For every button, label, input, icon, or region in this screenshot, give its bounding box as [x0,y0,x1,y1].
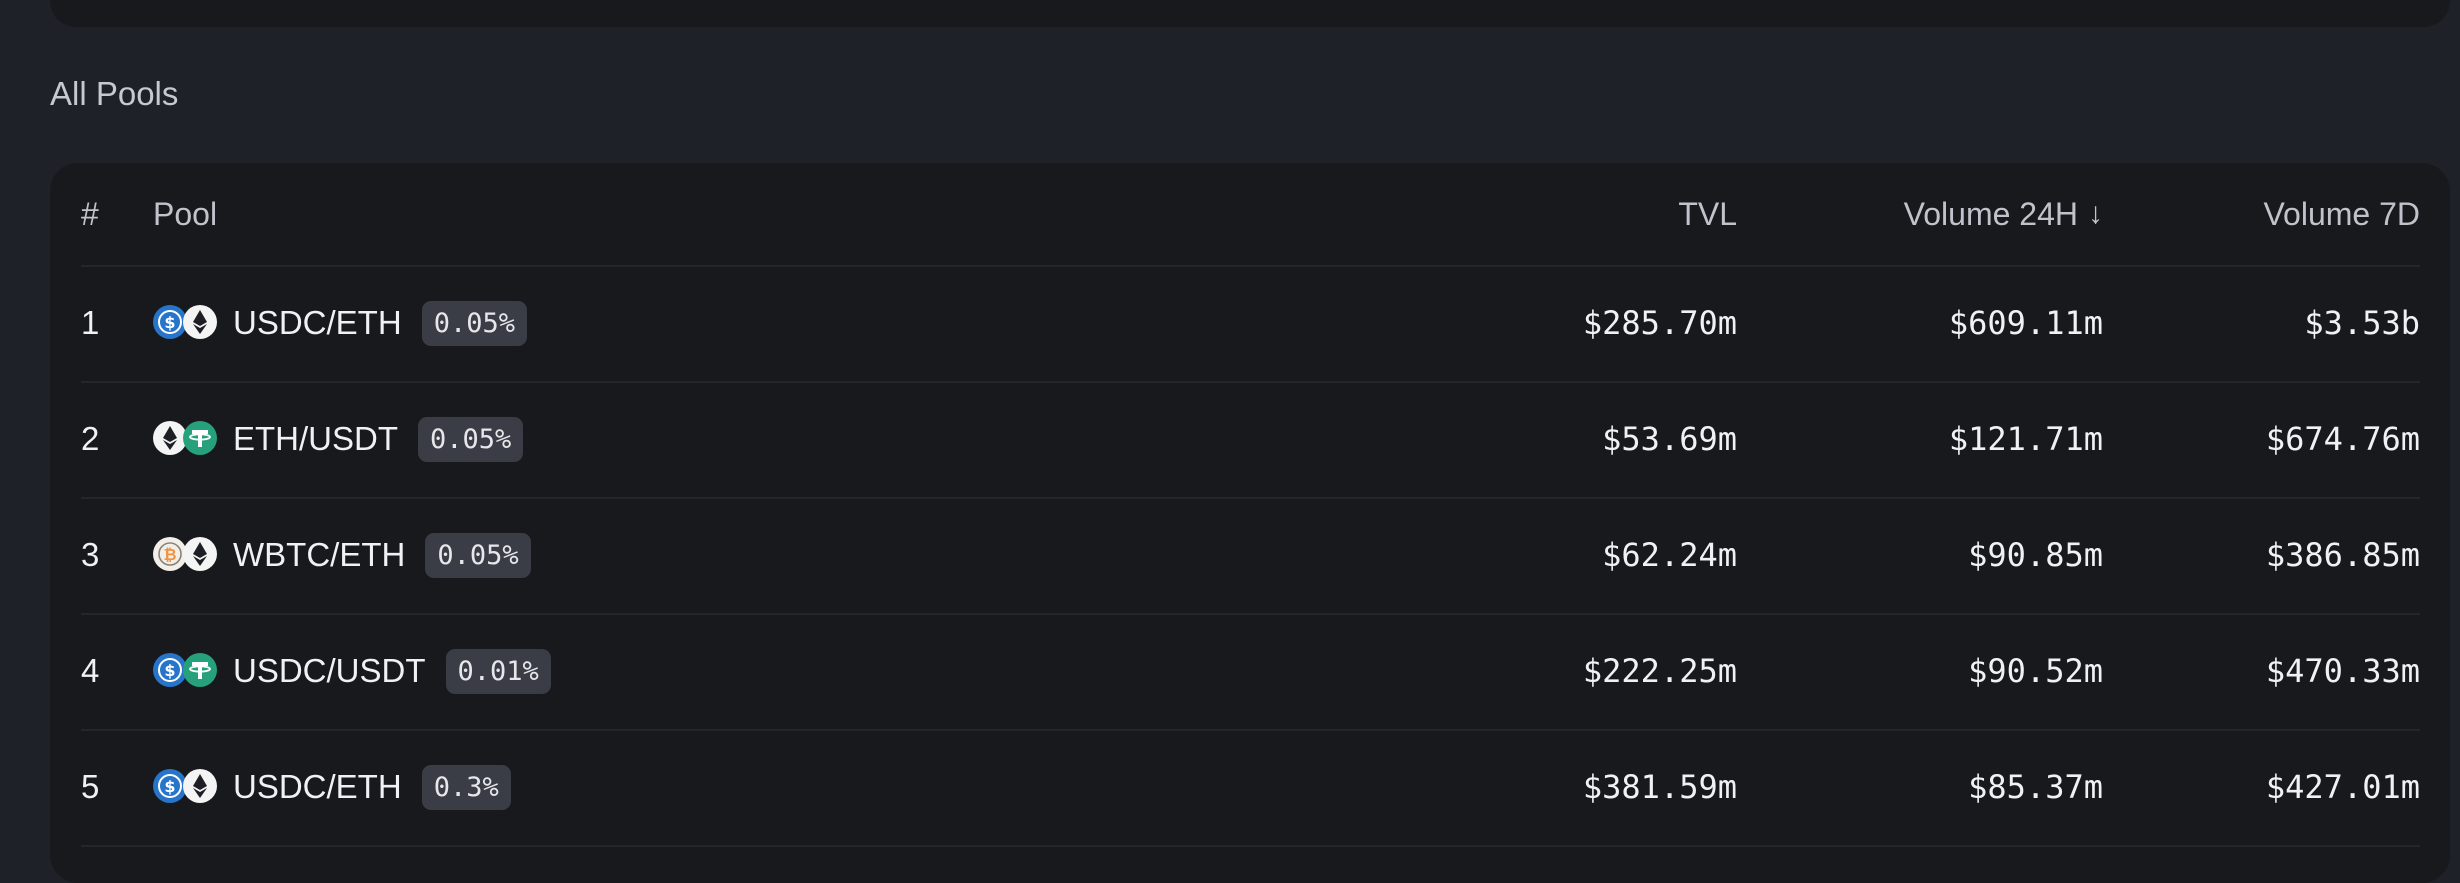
fee-tier-badge: 0.05% [425,532,531,578]
row-volume-7d: $470.33m [2265,652,2420,690]
eth-icon [183,769,217,803]
pools-table: # Pool TVL Volume 24H ↓ Volume 7D 1 $ US… [50,163,2450,883]
svg-text:$: $ [164,313,175,332]
arrow-down-icon: ↓ [2088,197,2103,230]
pool-pair: ETH/USDT [233,420,398,457]
svg-text:$: $ [164,661,175,680]
fee-tier-badge: 0.01% [445,648,551,694]
header-volume-24h-label: Volume 24H [1903,195,2078,232]
eth-icon [153,421,187,455]
token-pair-icons: ₿ [153,537,217,573]
pool-pair: USDC/USDT [233,652,426,689]
usdt-icon [183,653,217,687]
usdc-icon: $ [153,769,187,803]
svg-text:$: $ [164,777,175,796]
top-panel [50,0,2450,27]
pool-pair: USDC/ETH [233,768,402,805]
row-volume-7d: $386.85m [2265,536,2420,574]
table-row[interactable]: 3 ₿ WBTC/ETH 0.05% $62.24m $90.85m $386.… [81,497,2420,615]
row-volume-24h: $90.85m [1968,536,2103,574]
eth-icon [183,305,217,339]
usdc-icon: $ [153,305,187,339]
header-tvl[interactable]: TVL [1081,163,1737,265]
row-pool[interactable]: ETH/USDT 0.05% [153,381,1053,497]
row-tvl: $222.25m [1582,652,1737,690]
header-volume-24h[interactable]: Volume 24H ↓ [1781,163,2103,265]
row-rank: 3 [81,536,100,573]
usdc-icon: $ [153,653,187,687]
header-tvl-label: TVL [1678,195,1737,232]
table-header-row: # Pool TVL Volume 24H ↓ Volume 7D [81,163,2420,267]
svg-text:₿: ₿ [163,545,176,564]
pool-pair: WBTC/ETH [233,536,406,573]
fee-tier-badge: 0.3% [421,764,511,810]
row-tvl: $53.69m [1602,420,1737,458]
token-pair-icons [153,421,217,457]
table-row[interactable]: 2 ETH/USDT 0.05% $53.69m $121.71m $674.7… [81,381,2420,499]
token-pair-icons: $ [153,305,217,341]
usdt-icon [183,421,217,455]
header-volume-7d-label: Volume 7D [2263,195,2420,232]
row-rank: 2 [81,420,100,457]
row-volume-24h: $121.71m [1948,420,2103,458]
row-volume-24h: $609.11m [1948,304,2103,342]
table-row[interactable]: 4 $ USDC/USDT 0.01% $222.25m $90.52m $47… [81,613,2420,731]
row-volume-7d: $427.01m [2265,768,2420,806]
row-volume-7d: $3.53b [2304,304,2420,342]
table-row[interactable]: 1 $ USDC/ETH 0.05% $285.70m $609.11m $3.… [81,265,2420,383]
row-pool[interactable]: $ USDC/USDT 0.01% [153,613,1053,729]
section-title: All Pools [50,75,179,112]
row-rank: 5 [81,768,100,805]
fee-tier-badge: 0.05% [421,300,527,346]
token-pair-icons: $ [153,769,217,805]
row-pool[interactable]: $ USDC/ETH 0.3% [153,729,1053,845]
token-pair-icons: $ [153,653,217,689]
eth-icon [183,537,217,571]
row-volume-7d: $674.76m [2265,420,2420,458]
row-pool[interactable]: $ USDC/ETH 0.05% [153,265,1053,381]
row-pool[interactable]: ₿ WBTC/ETH 0.05% [153,497,1053,613]
pool-pair: USDC/ETH [233,304,402,341]
header-pool: Pool [153,195,218,232]
row-tvl: $62.24m [1602,536,1737,574]
row-tvl: $285.70m [1582,304,1737,342]
row-volume-24h: $90.52m [1968,652,2103,690]
row-rank: 4 [81,652,100,689]
header-volume-7d[interactable]: Volume 7D [2131,163,2420,265]
fee-tier-badge: 0.05% [418,416,524,462]
row-tvl: $381.59m [1582,768,1737,806]
table-row[interactable]: 5 $ USDC/ETH 0.3% $381.59m $85.37m $427.… [81,729,2420,847]
wbtc-icon: ₿ [153,537,187,571]
header-rank: # [81,195,99,232]
row-volume-24h: $85.37m [1968,768,2103,806]
row-rank: 1 [81,304,100,341]
